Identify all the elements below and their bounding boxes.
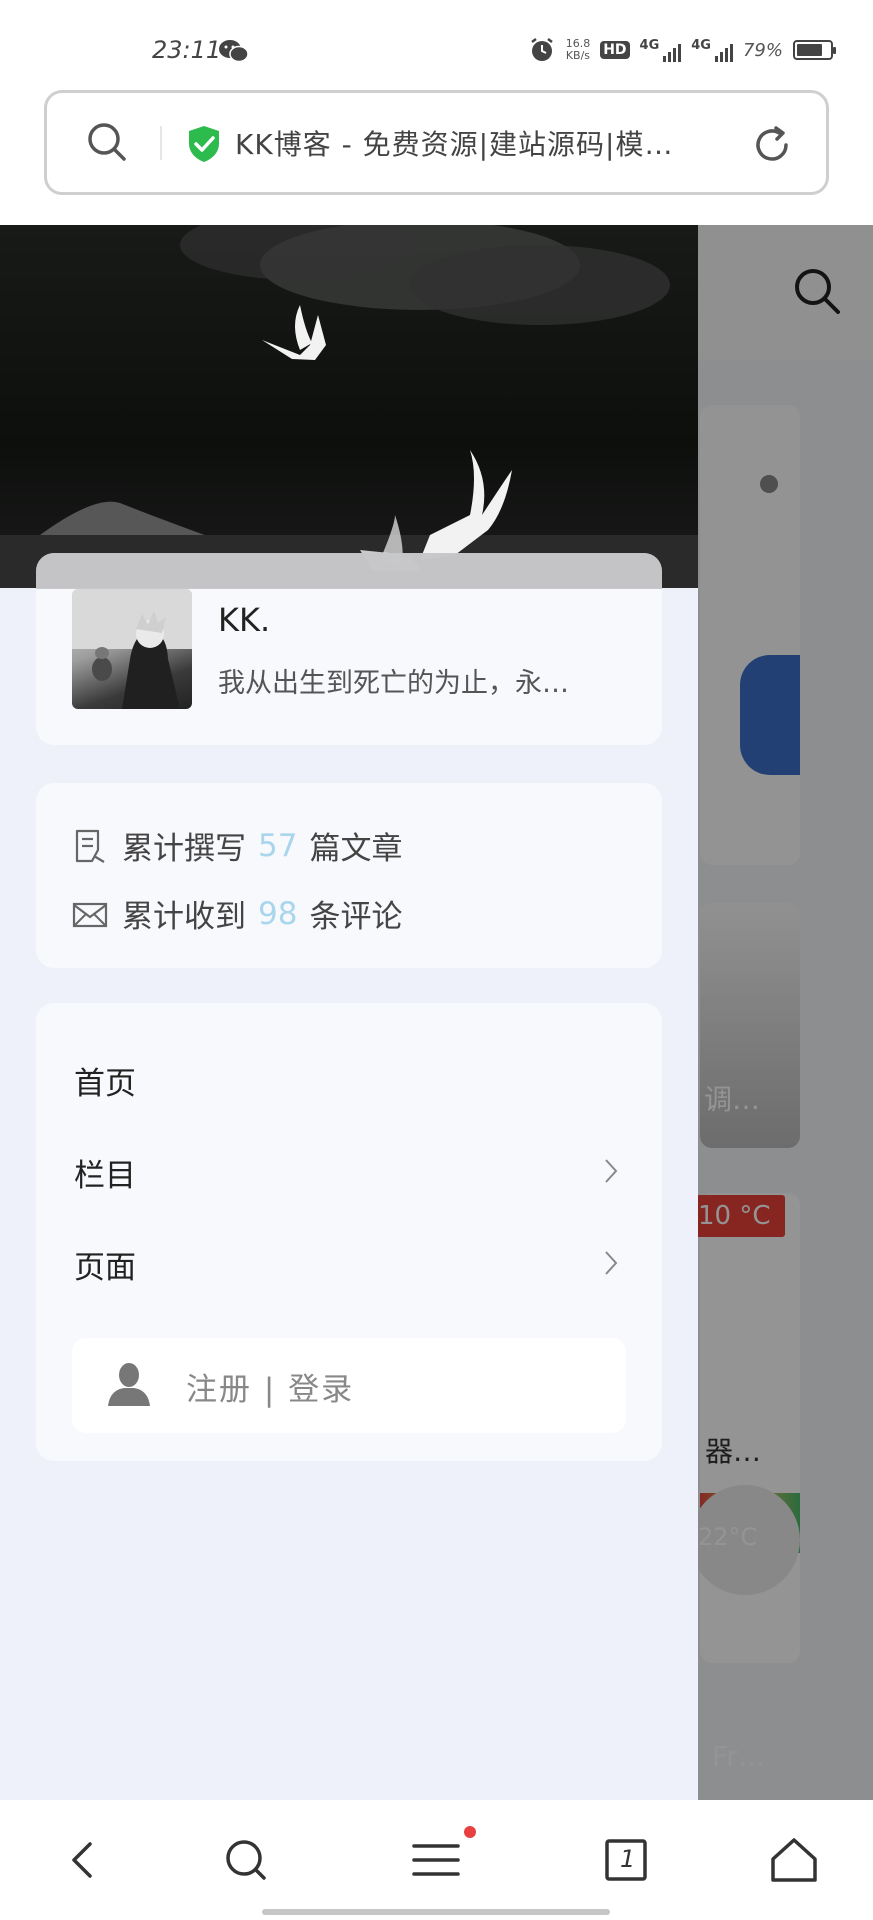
search-icon[interactable] xyxy=(218,1832,274,1888)
battery-percent: 79% xyxy=(742,39,783,61)
tabs-button[interactable]: 1 xyxy=(598,1832,654,1888)
battery-fill xyxy=(797,44,822,56)
home-indicator[interactable] xyxy=(262,1909,610,1915)
stat-comments-prefix: 累计收到 xyxy=(122,899,246,935)
stat-posts: 累计撰写 57 篇文章 xyxy=(72,823,402,868)
browser-bottom-nav: 1 xyxy=(0,1800,873,1920)
status-bar: 23:11 16.8 KB/s HD 4G 4G 79% xyxy=(0,0,873,90)
stat-comments: 累计收到 98 条评论 xyxy=(72,891,402,936)
user-icon xyxy=(108,1363,150,1406)
avatar[interactable] xyxy=(72,589,192,709)
chevron-right-icon xyxy=(605,1159,618,1183)
page-title[interactable]: KK博客 - 免费资源|建站源码|模… xyxy=(235,123,745,163)
address-divider xyxy=(160,126,162,160)
status-time: 23:11 xyxy=(152,36,222,64)
menu-icon[interactable] xyxy=(408,1832,464,1888)
notification-dot xyxy=(464,1826,476,1838)
menu-card: 首页 栏目 页面 注册 | 登录 xyxy=(36,1003,662,1461)
side-drawer: KK. 我从出生到死亡的为止，永… 累计撰写 57 篇文章 累计收到 98 条评… xyxy=(0,225,698,1800)
net-speed-unit: KB/s xyxy=(565,49,591,62)
stat-posts-suffix: 篇文章 xyxy=(309,831,403,867)
login-register-button[interactable]: 注册 | 登录 xyxy=(72,1338,626,1433)
stat-posts-prefix: 累计撰写 xyxy=(122,831,246,867)
menu-item-pages[interactable]: 页面 xyxy=(36,1222,662,1302)
stat-comments-suffix: 条评论 xyxy=(309,899,403,935)
chevron-right-icon xyxy=(605,1251,618,1275)
signal-strength-2: 4G xyxy=(691,38,733,62)
profile-bio: 我从出生到死亡的为止，永… xyxy=(218,668,569,699)
signal-label-2: 4G xyxy=(691,38,711,53)
menu-item-home[interactable]: 首页 xyxy=(36,1038,662,1118)
drawer-banner-image xyxy=(0,225,698,588)
stats-card: 累计撰写 57 篇文章 累计收到 98 条评论 xyxy=(36,783,662,968)
hd-badge: HD xyxy=(600,41,630,59)
mail-icon xyxy=(72,902,108,927)
article-icon xyxy=(75,829,105,863)
wechat-icon xyxy=(219,40,248,63)
profile-card: KK. 我从出生到死亡的为止，永… xyxy=(36,553,662,745)
net-speed: 16.8 KB/s xyxy=(566,38,591,62)
search-icon[interactable] xyxy=(85,120,129,164)
signal-strength-1: 4G xyxy=(640,38,682,62)
alarm-icon xyxy=(530,38,553,61)
stat-posts-count: 57 xyxy=(258,827,298,864)
back-icon[interactable] xyxy=(56,1832,112,1888)
signal-label-1: 4G xyxy=(639,38,660,53)
refresh-icon[interactable] xyxy=(750,123,794,167)
cranes-illustration xyxy=(0,225,698,588)
tab-count: 1 xyxy=(620,1845,636,1873)
login-register-label: 注册 | 登录 xyxy=(186,1372,355,1408)
status-icons: 16.8 KB/s HD 4G 4G 79% xyxy=(528,36,836,64)
secure-shield-icon xyxy=(189,126,219,162)
battery-icon xyxy=(793,40,836,60)
address-bar[interactable]: KK博客 - 免费资源|建站源码|模… xyxy=(44,90,829,195)
home-icon[interactable] xyxy=(766,1832,822,1888)
profile-name[interactable]: KK. xyxy=(218,601,270,639)
menu-item-label: 页面 xyxy=(74,1250,136,1286)
menu-item-label: 首页 xyxy=(74,1066,136,1102)
stat-comments-count: 98 xyxy=(258,895,298,932)
menu-item-label: 栏目 xyxy=(74,1158,136,1194)
menu-item-categories[interactable]: 栏目 xyxy=(36,1130,662,1210)
